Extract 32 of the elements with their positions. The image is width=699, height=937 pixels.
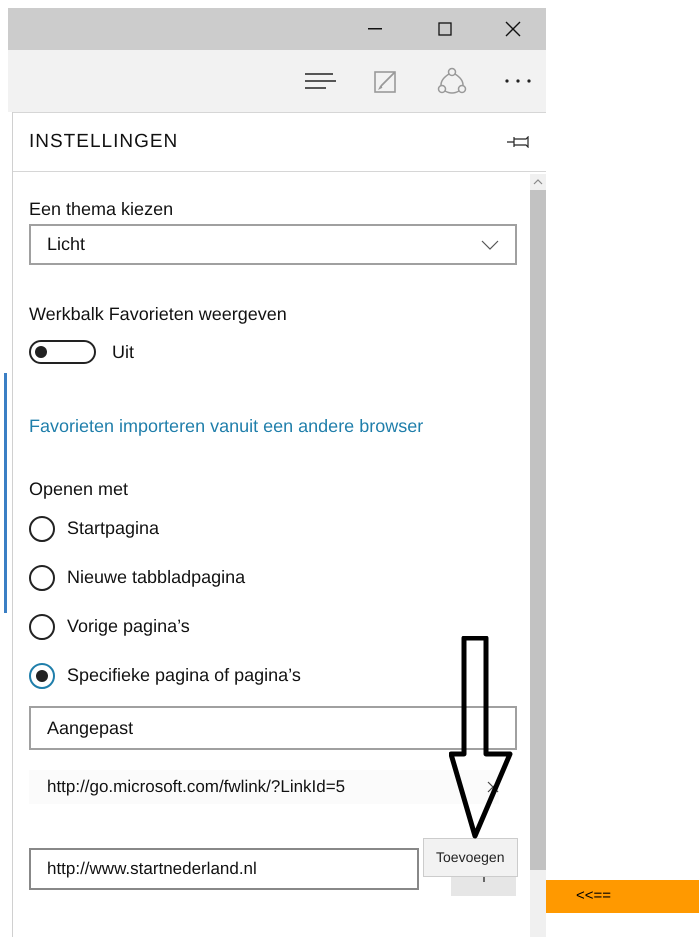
minimize-icon: [368, 28, 382, 30]
radio-label: Specifieke pagina of pagina’s: [67, 664, 301, 687]
pencil-note-icon: [374, 69, 398, 93]
chevron-down-icon: [481, 240, 499, 250]
radio-button[interactable]: [29, 662, 55, 688]
new-page-input[interactable]: http://www.startnederland.nl: [29, 848, 420, 890]
open-with-label: Openen met: [29, 478, 130, 501]
scroll-up-icon: [533, 178, 543, 186]
remove-icon: [487, 781, 499, 793]
radio-label: Startpagina: [67, 517, 160, 540]
radio-label: Nieuwe tabbladpagina: [67, 566, 246, 589]
maximize-icon: [438, 22, 452, 36]
radio-button[interactable]: [29, 516, 55, 542]
theme-label: Een thema kiezen: [29, 198, 174, 221]
favorites-bar-label: Werkbalk Favorieten weergeven: [29, 303, 288, 326]
annotation-label: <<==: [546, 880, 699, 913]
panel-title: INSTELLINGEN: [29, 130, 178, 154]
radio-button[interactable]: [29, 564, 55, 590]
import-favorites-link[interactable]: Favorieten importeren vanuit een andere browser: [29, 416, 424, 436]
share-icon: [437, 67, 467, 95]
start-page-url: http://go.microsoft.com/fwlink/?LinkId=5: [47, 776, 346, 798]
menu-icon: [304, 72, 336, 90]
radio-button[interactable]: [29, 614, 55, 640]
pages-dropdown[interactable]: Aangepast: [29, 706, 517, 750]
pin-icon: [506, 136, 530, 148]
theme-dropdown[interactable]: Licht: [29, 224, 517, 265]
toggle-state-label: Uit: [112, 340, 134, 364]
radio-label: Vorige pagina’s: [67, 615, 190, 638]
favorites-bar-toggle[interactable]: [29, 340, 96, 364]
tooltip: Toevoegen: [423, 838, 518, 877]
close-icon: [505, 21, 521, 37]
more-icon: [505, 79, 531, 83]
